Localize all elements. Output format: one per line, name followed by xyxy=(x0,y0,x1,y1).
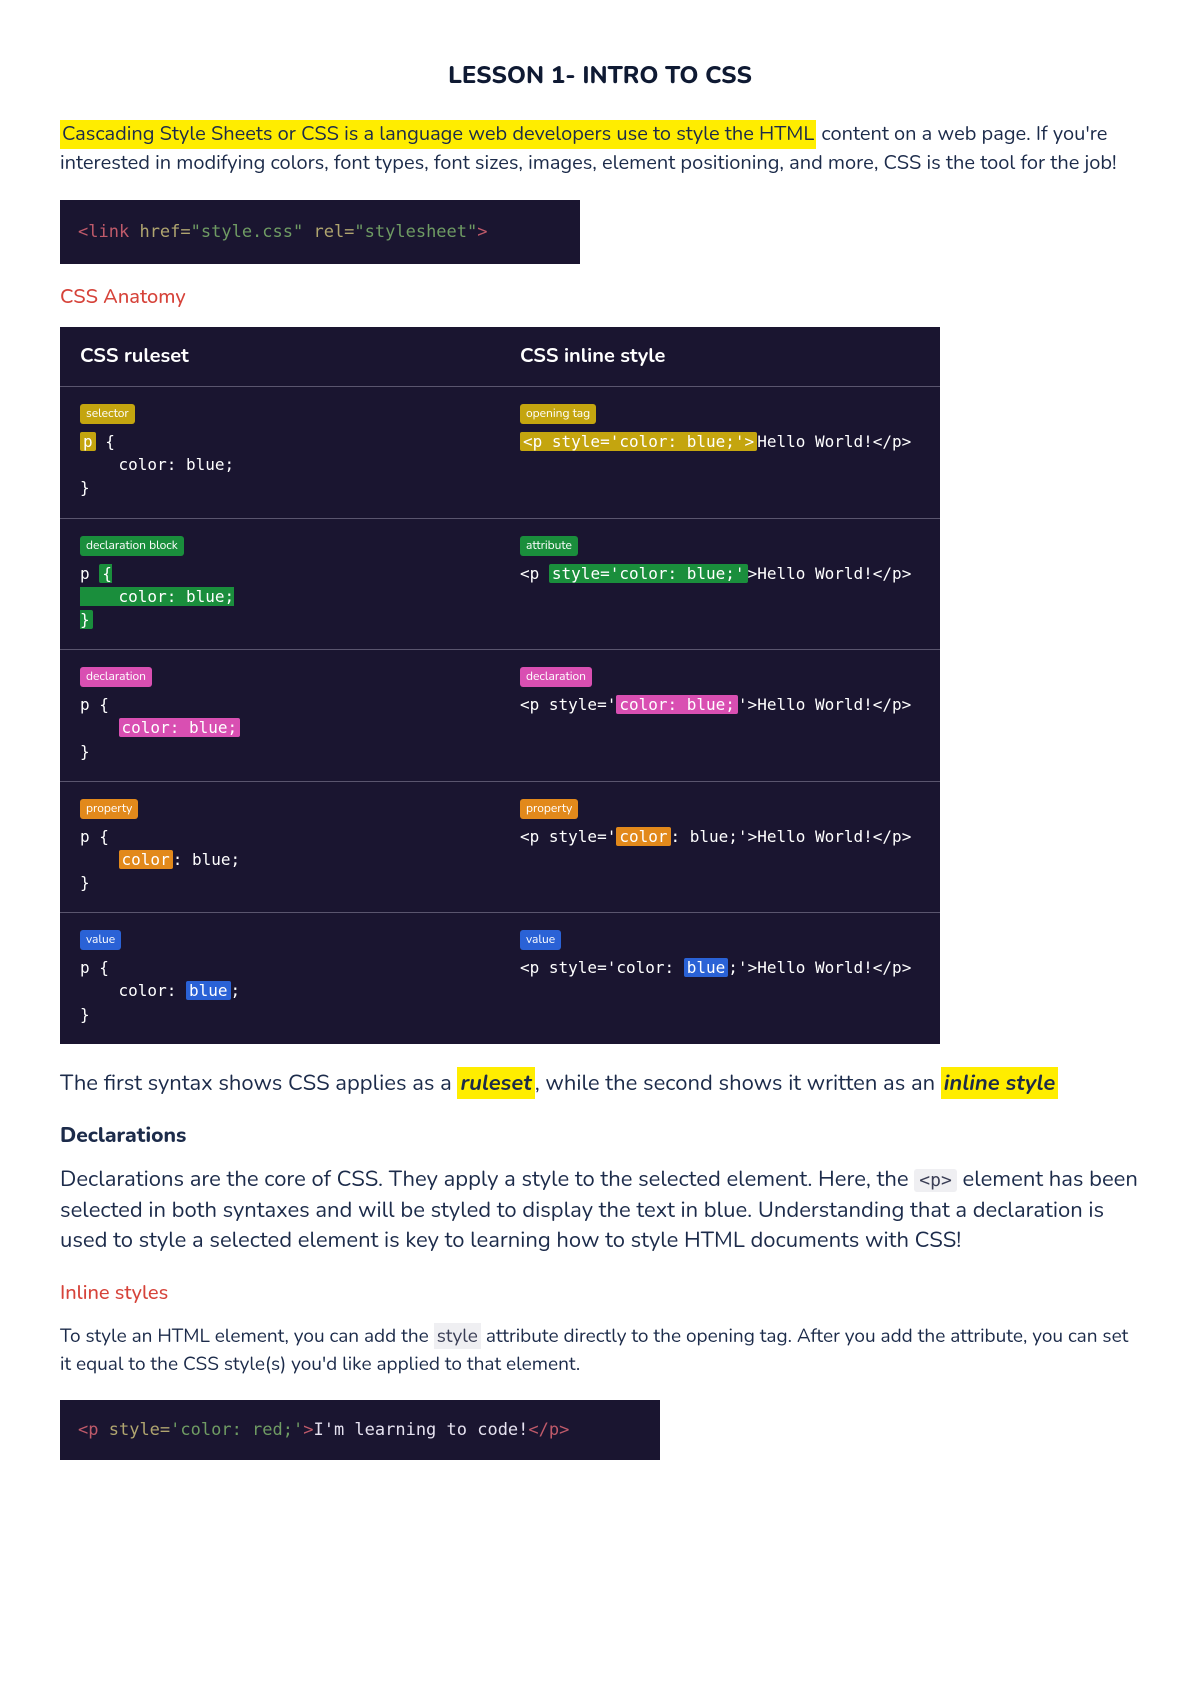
anatomy-cell-left: selector p { color: blue; } xyxy=(60,387,500,518)
c2-d: 'color: red;' xyxy=(170,1420,303,1440)
syntax-explanation: The first syntax shows CSS applies as a … xyxy=(60,1068,1140,1100)
c2-b: p xyxy=(88,1420,108,1440)
ruleset-highlight: ruleset xyxy=(457,1067,534,1099)
inline-styles-heading: Inline styles xyxy=(60,1280,1140,1307)
anatomy-cell-right: opening tag <p style='color: blue;'>Hello… xyxy=(500,387,940,518)
anatomy-code-left: p { color: blue; } xyxy=(80,430,480,500)
anatomy-cell-left: declaration block p { color: blue; } xyxy=(60,519,500,650)
c2-a: < xyxy=(78,1420,88,1440)
anatomy-cell-right: value <p style='color: blue;'>Hello World… xyxy=(500,913,940,1044)
anatomy-badge: property xyxy=(520,799,578,819)
p-tag-code: <p> xyxy=(914,1169,957,1192)
inline-styles-paragraph: To style an HTML element, you can add th… xyxy=(60,1323,1140,1378)
anatomy-cell-left: property p { color: blue; } xyxy=(60,782,500,913)
anatomy-cell-left: declaration p { color: blue; } xyxy=(60,650,500,781)
c2-h: p xyxy=(549,1420,559,1440)
anatomy-code-right: <p style='color: blue;'>Hello World!</p> xyxy=(520,956,920,979)
anatomy-code-right: <p style='color: blue;'>Hello World!</p> xyxy=(520,430,920,453)
anatomy-badge: declaration xyxy=(520,667,592,687)
anatomy-cell-right: attribute <p style='color: blue;'>Hello W… xyxy=(500,519,940,650)
anatomy-cell-left: value p { color: blue; } xyxy=(60,913,500,1044)
anatomy-row: selector p { color: blue; } opening tag <p … xyxy=(60,387,940,519)
val-href: "style.css" xyxy=(191,222,304,242)
inline-p1: To style an HTML element, you can add th… xyxy=(60,1323,434,1349)
anatomy-badge: value xyxy=(80,930,121,950)
anatomy-code-left: p { color: blue; } xyxy=(80,956,480,1026)
declarations-paragraph: Declarations are the core of CSS. They a… xyxy=(60,1164,1140,1256)
anatomy-code-right: <p style='color: blue;'>Hello World!</p> xyxy=(520,825,920,848)
anatomy-cell-right: property <p style='color: blue;'>Hello Wo… xyxy=(500,782,940,913)
anatomy-badge: attribute xyxy=(520,536,578,556)
lesson-title: LESSON 1- INTRO TO CSS xyxy=(60,60,1140,92)
anatomy-row: declarationp { color: blue; }declaration… xyxy=(60,650,940,782)
anatomy-header-row: CSS ruleset CSS inline style xyxy=(60,327,940,387)
tag-link: link xyxy=(88,222,129,242)
angle-open: < xyxy=(78,222,88,242)
code-inline-style-example: <p style='color: red;'>I'm learning to c… xyxy=(60,1400,660,1460)
anatomy-badge: property xyxy=(80,799,138,819)
anatomy-badge: opening tag xyxy=(520,404,596,424)
decl-p1: Declarations are the core of CSS. They a… xyxy=(60,1164,914,1194)
intro-highlight: Cascading Style Sheets or CSS is a langu… xyxy=(60,120,816,149)
anatomy-badge: selector xyxy=(80,404,135,424)
val-rel: "stylesheet" xyxy=(354,222,477,242)
anatomy-code-left: p { color: blue; } xyxy=(80,562,480,632)
anatomy-cell-right: declaration <p style='color: blue;'>Hello… xyxy=(500,650,940,781)
inline-style-highlight: inline style xyxy=(941,1067,1059,1099)
anatomy-code-right: <p style='color: blue;'>Hello World!</p> xyxy=(520,562,920,585)
c2-c: style= xyxy=(109,1420,170,1440)
anatomy-row: property p { color: blue; } property <p sty… xyxy=(60,782,940,914)
style-attribute-word: style xyxy=(434,1323,481,1349)
angle-close: > xyxy=(477,222,487,242)
anatomy-code-left: p { color: blue; } xyxy=(80,825,480,895)
anatomy-code-left: p { color: blue; } xyxy=(80,693,480,763)
attr-href: href= xyxy=(139,222,190,242)
c2-i: > xyxy=(559,1420,569,1440)
attr-rel: rel= xyxy=(303,222,354,242)
declarations-heading: Declarations xyxy=(60,1122,1140,1150)
css-anatomy-table: CSS ruleset CSS inline style selector p {… xyxy=(60,327,940,1044)
syntax-p1: The first syntax shows CSS applies as a xyxy=(60,1068,457,1098)
anatomy-badge: declaration block xyxy=(80,536,184,556)
c2-e: > xyxy=(303,1420,313,1440)
c2-g: </ xyxy=(528,1420,548,1440)
anatomy-badge: value xyxy=(520,930,561,950)
css-anatomy-heading: CSS Anatomy xyxy=(60,284,1140,311)
anatomy-header-right: CSS inline style xyxy=(500,327,940,386)
anatomy-badge: declaration xyxy=(80,667,152,687)
intro-paragraph: Cascading Style Sheets or CSS is a langu… xyxy=(60,120,1140,178)
c2-f: I'm learning to code! xyxy=(313,1420,528,1440)
anatomy-row: value p { color: blue; } value <p style='co… xyxy=(60,913,940,1044)
anatomy-row: declaration block p { color: blue; } attri… xyxy=(60,519,940,651)
space xyxy=(129,222,139,242)
anatomy-code-right: <p style='color: blue;'>Hello World!</p> xyxy=(520,693,920,716)
code-link-stylesheet: <link href="style.css" rel="stylesheet"> xyxy=(60,200,580,264)
syntax-p2: , while the second shows it written as a… xyxy=(535,1068,941,1098)
anatomy-header-left: CSS ruleset xyxy=(60,327,500,386)
